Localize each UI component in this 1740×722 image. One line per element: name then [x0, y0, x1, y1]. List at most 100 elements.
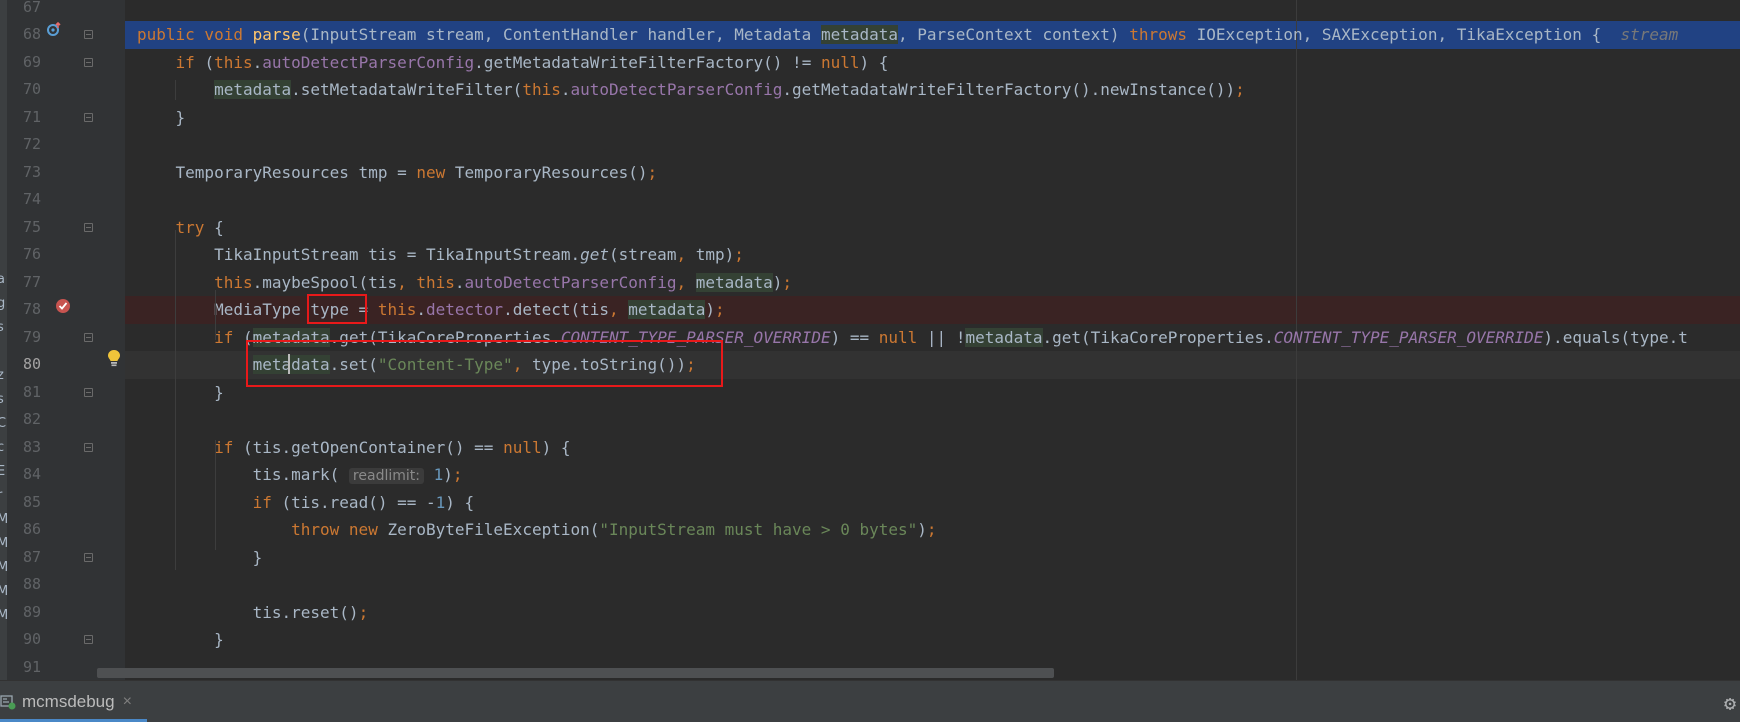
- fold-marker-icon[interactable]: [84, 387, 93, 397]
- line-number[interactable]: 90: [7, 626, 41, 654]
- code-line[interactable]: 72: [0, 131, 1740, 159]
- code-line[interactable]: 73 TemporaryResources tmp = new Temporar…: [0, 159, 1740, 187]
- line-number[interactable]: 70: [7, 76, 41, 104]
- code-line[interactable]: 90 }: [0, 626, 1740, 654]
- line-number[interactable]: 76: [7, 241, 41, 269]
- close-tab-icon[interactable]: ×: [123, 693, 132, 711]
- line-number[interactable]: 82: [7, 406, 41, 434]
- code-token: ).equals(type.t: [1543, 327, 1688, 347]
- line-number[interactable]: 79: [7, 324, 41, 352]
- line-number[interactable]: 74: [7, 186, 41, 214]
- horizontal-scrollbar[interactable]: [97, 668, 1054, 678]
- line-number[interactable]: 89: [7, 599, 41, 627]
- code-text: TemporaryResources tmp = new TemporaryRe…: [137, 159, 658, 187]
- fold-marker-icon[interactable]: [84, 222, 93, 232]
- override-implements-icon[interactable]: [46, 21, 62, 37]
- code-text: metadata.set("Content-Type", type.toStri…: [137, 351, 696, 379]
- fold-marker-icon[interactable]: [84, 635, 93, 644]
- code-line[interactable]: 75 try {: [0, 214, 1740, 242]
- code-token: tis.reset(): [137, 602, 359, 622]
- code-token: ,: [609, 300, 629, 319]
- code-token: type.toString()): [531, 355, 687, 374]
- code-text: if (tis.read() == -1) {: [137, 489, 475, 517]
- code-token: autoDetectParserConfig: [570, 80, 783, 99]
- code-token: .getMetadataWriteFilterFactory() !=: [474, 52, 821, 72]
- code-token: throw new: [291, 520, 388, 539]
- line-number[interactable]: 83: [7, 434, 41, 462]
- code-line[interactable]: 89 tis.reset();: [0, 599, 1740, 627]
- line-number[interactable]: 77: [7, 269, 41, 297]
- line-number[interactable]: 72: [7, 131, 41, 159]
- code-line[interactable]: 81 }: [0, 379, 1740, 407]
- code-token: if: [214, 437, 243, 457]
- code-token: metadata: [252, 327, 330, 347]
- line-number[interactable]: 91: [7, 654, 41, 682]
- code-line[interactable]: 85 if (tis.read() == -1) {: [0, 489, 1740, 517]
- code-token: TemporaryResources tmp =: [137, 162, 417, 182]
- line-number[interactable]: 67: [7, 0, 41, 21]
- code-line[interactable]: 76 TikaInputStream tis = TikaInputStream…: [0, 241, 1740, 269]
- code-token: "Content-Type": [377, 355, 513, 374]
- code-line[interactable]: 74: [0, 186, 1740, 214]
- line-number[interactable]: 69: [7, 49, 41, 77]
- line-number[interactable]: 75: [7, 214, 41, 242]
- fold-marker-icon[interactable]: [84, 112, 93, 122]
- fold-marker-icon[interactable]: [84, 57, 93, 67]
- code-line[interactable]: 83 if (tis.getOpenContainer() == null) {: [0, 434, 1740, 462]
- code-token: }: [137, 107, 186, 127]
- line-number[interactable]: 81: [7, 379, 41, 407]
- breakpoint-icon[interactable]: [55, 298, 71, 314]
- code-token: IOException, SAXException, TikaException…: [1196, 25, 1621, 44]
- code-line[interactable]: 68 public void parse(InputStream stream, …: [0, 21, 1740, 49]
- code-text: throw new ZeroByteFileException("InputSt…: [137, 516, 937, 544]
- line-number[interactable]: 71: [7, 104, 41, 132]
- code-token: ;: [686, 355, 696, 374]
- code-line[interactable]: 78 MediaType type = this.detector.detect…: [0, 296, 1740, 324]
- code-text: tis.mark( readlimit: 1);: [137, 461, 463, 491]
- debug-tab-label: mcmsdebug: [22, 692, 115, 711]
- indent-guide: [175, 230, 176, 570]
- code-line[interactable]: 80 metadata.set("Content-Type", type.toS…: [0, 351, 1740, 379]
- line-number[interactable]: 86: [7, 516, 41, 544]
- code-token: CONTENT_TYPE_PARSER_OVERRIDE: [560, 327, 831, 347]
- code-token: ) {: [859, 52, 889, 72]
- code-line[interactable]: 77 this.maybeSpool(tis, this.autoDetectP…: [0, 269, 1740, 297]
- debug-tab-mcmsdebug[interactable]: mcmsdebug ×: [0, 687, 132, 717]
- fold-marker-icon[interactable]: [84, 30, 93, 39]
- code-line[interactable]: 79 if (metadata.get(TikaCoreProperties.C…: [0, 324, 1740, 352]
- indent-guide: [215, 440, 216, 550]
- line-number[interactable]: 78: [7, 296, 41, 324]
- code-line[interactable]: 70 metadata.setMetadataWriteFilter(this.…: [0, 76, 1740, 104]
- fold-marker-icon[interactable]: [84, 442, 93, 452]
- line-number[interactable]: 85: [7, 489, 41, 517]
- fold-marker-icon[interactable]: [84, 552, 93, 562]
- code-line[interactable]: 86 throw new ZeroByteFileException("Inpu…: [0, 516, 1740, 544]
- line-number[interactable]: 88: [7, 571, 41, 599]
- code-token: ): [772, 272, 783, 292]
- line-number[interactable]: 68: [7, 21, 41, 49]
- code-line[interactable]: 82: [0, 406, 1740, 434]
- code-line[interactable]: 71 }: [0, 104, 1740, 132]
- fold-marker-icon[interactable]: [84, 332, 93, 342]
- code-line[interactable]: 88: [0, 571, 1740, 599]
- code-text: }: [137, 626, 224, 654]
- code-line[interactable]: 87 }: [0, 544, 1740, 572]
- code-token: TikaInputStream tis = TikaInputStream.: [137, 245, 581, 264]
- code-token: ;: [926, 520, 937, 539]
- text-caret: [288, 354, 290, 374]
- code-token: readlimit:: [348, 468, 424, 484]
- code-token: MediaType type =: [137, 300, 378, 319]
- code-line[interactable]: 67: [0, 0, 1740, 21]
- code-token: ,: [676, 272, 696, 292]
- line-number[interactable]: 84: [7, 461, 41, 489]
- line-number[interactable]: 80: [7, 351, 41, 379]
- line-number[interactable]: 73: [7, 159, 41, 187]
- intention-bulb-icon[interactable]: [106, 349, 122, 367]
- indent-guide: [175, 80, 176, 100]
- gear-icon[interactable]: ⚙: [1724, 691, 1736, 715]
- code-line[interactable]: 69 if (this.autoDetectParserConfig.getMe…: [0, 49, 1740, 77]
- code-line[interactable]: 84 tis.mark( readlimit: 1);: [0, 461, 1740, 489]
- line-number[interactable]: 87: [7, 544, 41, 572]
